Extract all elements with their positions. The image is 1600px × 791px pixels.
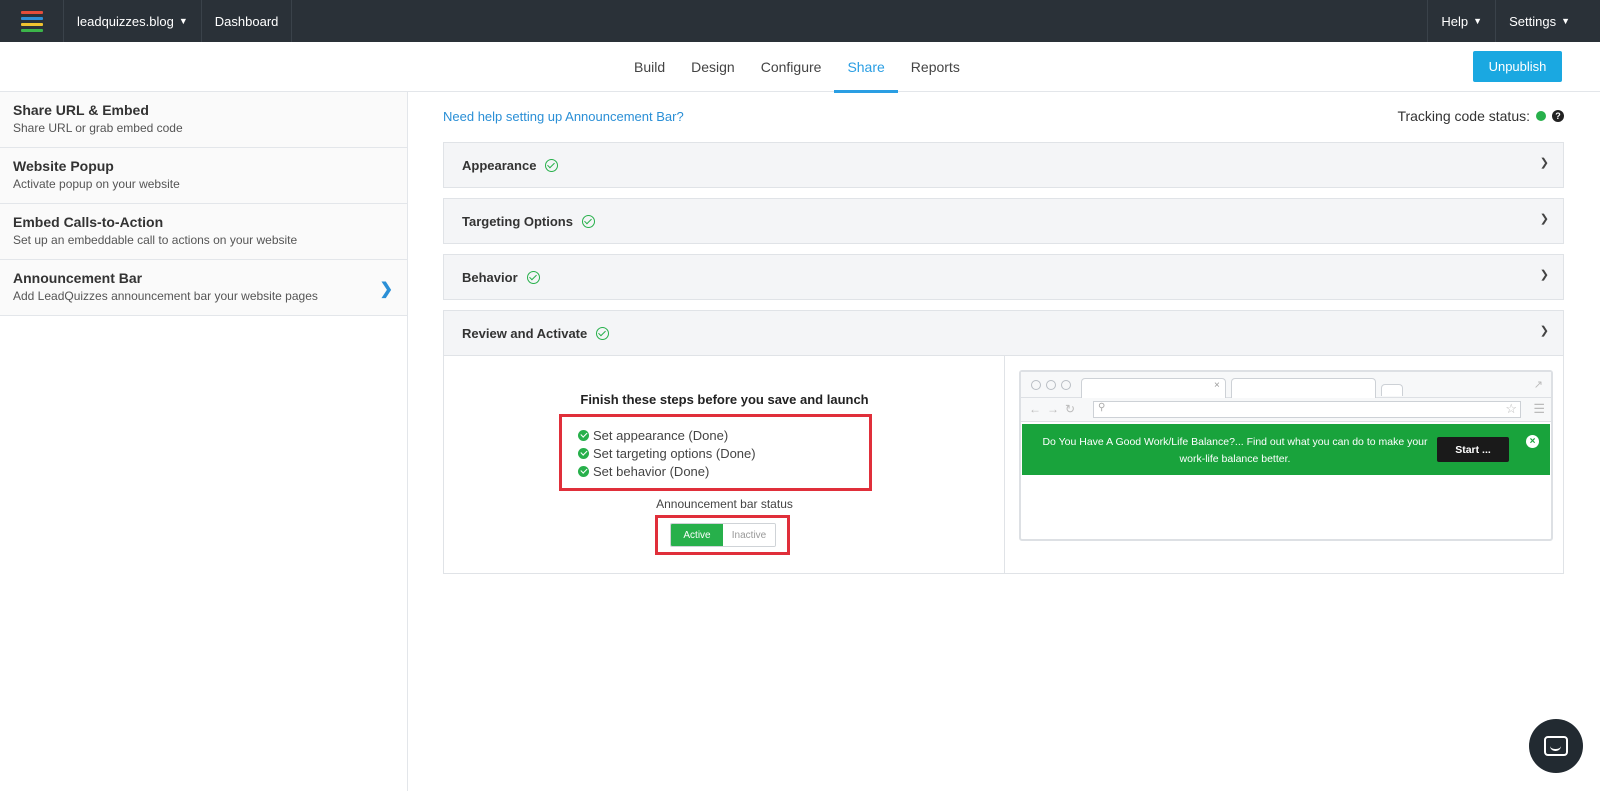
tab-bar: Build Design Configure Share Reports bbox=[621, 42, 973, 93]
window-control-icon bbox=[1046, 380, 1056, 390]
browser-tab bbox=[1231, 378, 1376, 398]
review-steps: Finish these steps before you save and l… bbox=[444, 356, 1005, 573]
check-circle-icon bbox=[545, 158, 559, 172]
sub-nav: Build Design Configure Share Reports Unp… bbox=[0, 42, 1600, 93]
chevron-down-icon: ❯ bbox=[1539, 325, 1549, 337]
browser-address-bar: ←→↻ ⚲ ☆ ☰ bbox=[1021, 398, 1551, 422]
tab-configure[interactable]: Configure bbox=[748, 42, 835, 92]
status-dot-icon bbox=[1536, 111, 1546, 121]
sidebar-item-subtitle: Set up an embeddable call to actions on … bbox=[13, 233, 298, 247]
workspace-label: leadquizzes.blog bbox=[77, 13, 174, 29]
browser-tab-strip: × ↗ bbox=[1021, 372, 1551, 398]
chevron-down-icon: ❯ bbox=[1539, 213, 1549, 225]
sidebar-item-subtitle: Share URL or grab embed code bbox=[13, 121, 183, 135]
browser-nav-icons: ←→↻ bbox=[1029, 402, 1082, 416]
settings-dropdown[interactable]: Settings ▼ bbox=[1495, 0, 1600, 42]
list-item: Set targeting options (Done) bbox=[578, 444, 869, 462]
dashboard-link[interactable]: Dashboard bbox=[202, 0, 293, 42]
inactive-button[interactable]: Inactive bbox=[723, 524, 775, 546]
help-label: Help bbox=[1441, 13, 1469, 29]
chevron-down-icon: ❯ bbox=[1539, 157, 1549, 169]
check-circle-icon bbox=[581, 214, 595, 228]
status-toggle-wrapper: Active Inactive bbox=[655, 515, 790, 555]
check-circle-icon bbox=[526, 270, 540, 284]
panel-targeting-options[interactable]: Targeting Options ❯ bbox=[443, 198, 1564, 244]
chevron-down-icon: ▼ bbox=[178, 16, 188, 26]
expand-icon: ↗ bbox=[1533, 379, 1543, 391]
app-logo[interactable] bbox=[0, 0, 64, 42]
window-control-icon bbox=[1061, 380, 1071, 390]
announcement-text: Do You Have A Good Work/Life Balance?...… bbox=[1042, 436, 1428, 465]
start-button: Start ... bbox=[1437, 437, 1509, 462]
chat-launcher[interactable] bbox=[1529, 719, 1583, 773]
help-dropdown[interactable]: Help ▼ bbox=[1427, 0, 1495, 42]
check-circle-icon bbox=[596, 326, 610, 340]
sidebar-item-embed-cta[interactable]: Embed Calls-to-Action Set up an embeddab… bbox=[0, 204, 407, 260]
announcement-bar-preview: Do You Have A Good Work/Life Balance?...… bbox=[1022, 424, 1550, 475]
star-icon: ☆ bbox=[1505, 401, 1517, 416]
list-item: Set behavior (Done) bbox=[578, 462, 869, 480]
step-label: Set behavior (Done) bbox=[593, 463, 710, 479]
settings-label: Settings bbox=[1509, 13, 1557, 29]
sidebar-item-title: Announcement Bar bbox=[13, 270, 143, 286]
help-link[interactable]: Need help setting up Announcement Bar? bbox=[443, 109, 684, 124]
steps-list: Set appearance (Done) Set targeting opti… bbox=[559, 414, 872, 491]
window-control-icon bbox=[1031, 380, 1041, 390]
review-panel-body: Finish these steps before you save and l… bbox=[443, 356, 1564, 574]
sidebar-item-subtitle: Add LeadQuizzes announcement bar your we… bbox=[13, 289, 318, 303]
list-item: Set appearance (Done) bbox=[578, 426, 869, 444]
tab-reports[interactable]: Reports bbox=[898, 42, 973, 92]
chevron-down-icon: ❯ bbox=[1539, 269, 1549, 281]
panel-title: Behavior bbox=[462, 269, 518, 285]
sidebar-item-website-popup[interactable]: Website Popup Activate popup on your web… bbox=[0, 148, 407, 204]
check-icon bbox=[578, 447, 589, 459]
step-label: Set appearance (Done) bbox=[593, 427, 729, 443]
panel-title: Review and Activate bbox=[462, 325, 588, 341]
sidebar-item-share-url[interactable]: Share URL & Embed Share URL or grab embe… bbox=[0, 92, 407, 148]
sidebar-item-subtitle: Activate popup on your website bbox=[13, 177, 180, 191]
sidebar-item-title: Website Popup bbox=[13, 158, 114, 174]
logo-icon bbox=[20, 10, 43, 32]
step-label: Set targeting options (Done) bbox=[593, 445, 756, 461]
unpublish-button[interactable]: Unpublish bbox=[1473, 51, 1562, 82]
active-button[interactable]: Active bbox=[671, 524, 723, 546]
check-icon bbox=[578, 429, 589, 441]
chevron-right-icon: ❯ bbox=[379, 281, 393, 298]
top-bar: leadquizzes.blog ▼ Dashboard Help ▼ Sett… bbox=[0, 0, 1600, 42]
chevron-down-icon: ▼ bbox=[1561, 16, 1570, 26]
url-field: ⚲ ☆ bbox=[1093, 401, 1521, 418]
status-label: Announcement bar status bbox=[656, 497, 793, 511]
browser-preview: × ↗ ←→↻ ⚲ ☆ ☰ Do You Have A Good Work/Li… bbox=[1019, 370, 1553, 541]
close-icon: × bbox=[1526, 435, 1539, 448]
steps-title: Finish these steps before you save and l… bbox=[580, 392, 869, 407]
panel-title: Targeting Options bbox=[462, 213, 573, 229]
panel-behavior[interactable]: Behavior ❯ bbox=[443, 254, 1564, 300]
sidebar-item-announcement-bar[interactable]: Announcement Bar Add LeadQuizzes announc… bbox=[0, 260, 407, 316]
sidebar: Share URL & Embed Share URL or grab embe… bbox=[0, 92, 408, 791]
check-icon bbox=[578, 465, 589, 477]
search-icon: ⚲ bbox=[1098, 402, 1106, 413]
chevron-down-icon: ▼ bbox=[1473, 16, 1483, 26]
panel-title: Appearance bbox=[462, 157, 537, 173]
tab-share[interactable]: Share bbox=[834, 42, 899, 93]
browser-tab bbox=[1081, 378, 1226, 398]
close-tab-icon: × bbox=[1214, 380, 1220, 391]
tab-build[interactable]: Build bbox=[621, 42, 678, 92]
workspace-dropdown[interactable]: leadquizzes.blog ▼ bbox=[64, 0, 202, 42]
sidebar-item-title: Embed Calls-to-Action bbox=[13, 214, 164, 230]
panel-review-activate[interactable]: Review and Activate ❯ bbox=[443, 310, 1564, 356]
chat-icon bbox=[1544, 736, 1568, 756]
sidebar-item-title: Share URL & Embed bbox=[13, 102, 149, 118]
tab-design[interactable]: Design bbox=[678, 42, 748, 92]
status-toggle: Active Inactive bbox=[670, 523, 776, 547]
menu-icon: ☰ bbox=[1533, 401, 1545, 416]
question-icon[interactable]: ? bbox=[1552, 110, 1564, 122]
new-tab-icon bbox=[1381, 384, 1403, 396]
panel-appearance[interactable]: Appearance ❯ bbox=[443, 142, 1564, 188]
tracking-label: Tracking code status: bbox=[1397, 108, 1530, 124]
tracking-status: Tracking code status: ? bbox=[1397, 108, 1564, 124]
